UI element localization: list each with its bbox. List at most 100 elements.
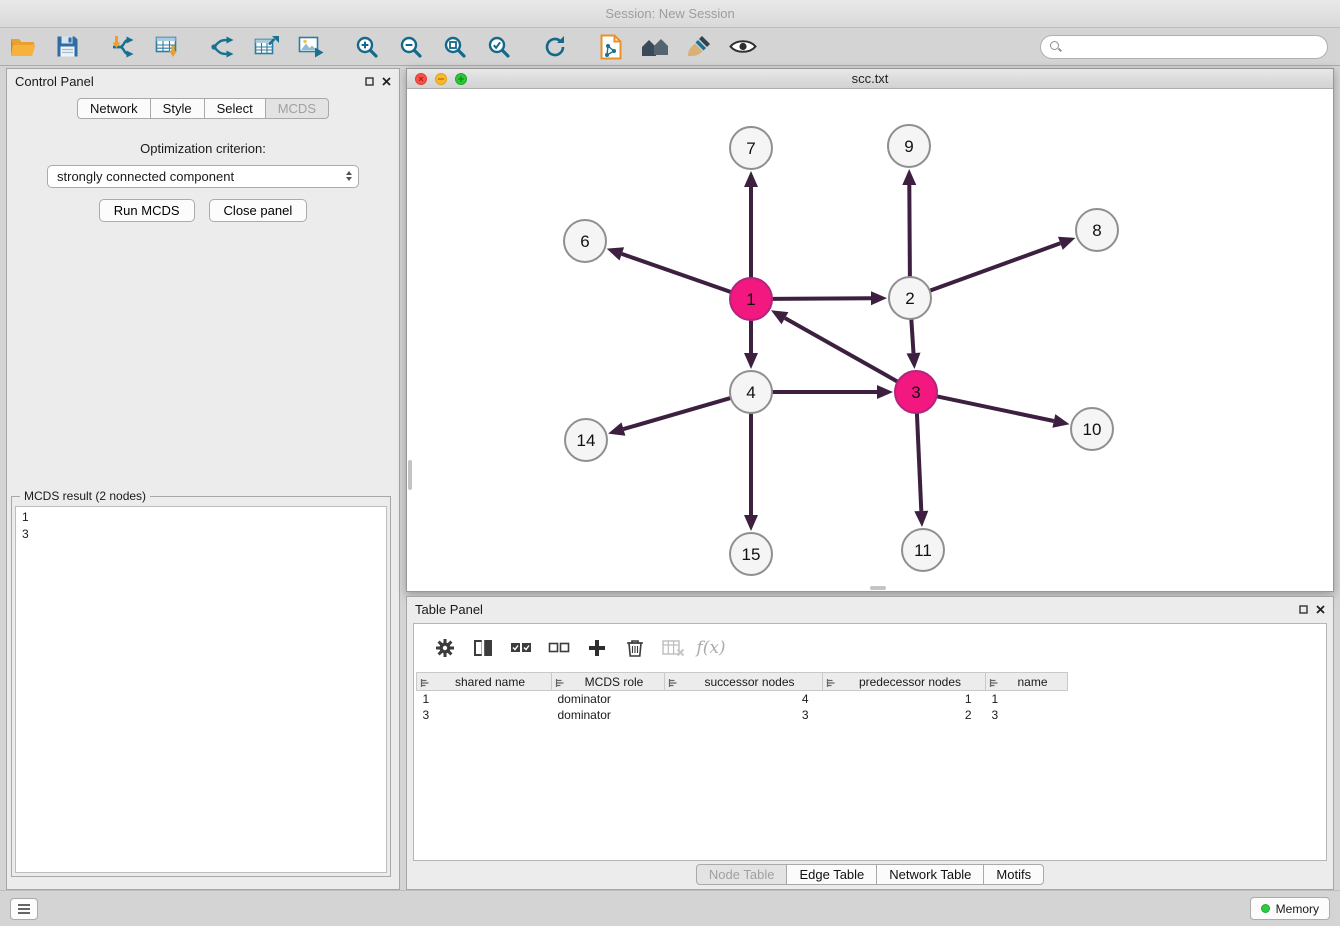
node-table-body: 1dominator4113dominator323: [417, 691, 1068, 723]
table-cell[interactable]: 1: [823, 691, 986, 707]
table-cell[interactable]: dominator: [552, 707, 665, 723]
table-cell[interactable]: 2: [823, 707, 986, 723]
network-window-titlebar: scc.txt: [407, 69, 1333, 89]
table-cell[interactable]: 3: [417, 707, 552, 723]
column-header-shared-name[interactable]: shared name: [417, 673, 552, 691]
edge-arrowhead: [1058, 237, 1075, 250]
close-window-button[interactable]: [415, 73, 427, 85]
table-panel-tabs: Node TableEdge TableNetwork TableMotifs: [407, 864, 1333, 885]
export-table-button[interactable]: [250, 31, 284, 63]
deselect-all-rows-button[interactable]: [540, 631, 578, 665]
tab-mcds[interactable]: MCDS: [265, 98, 329, 119]
open-file-button[interactable]: [6, 31, 40, 63]
close-table-panel-button[interactable]: [1316, 605, 1325, 614]
network-canvas[interactable]: 7968124314101511: [407, 90, 1333, 591]
run-mcds-button[interactable]: Run MCDS: [99, 199, 195, 222]
tab-style[interactable]: Style: [150, 98, 205, 119]
close-icon: [1316, 605, 1325, 614]
search-field[interactable]: [1040, 35, 1328, 59]
maximize-window-button[interactable]: [455, 73, 467, 85]
network-document-button[interactable]: [594, 31, 628, 63]
zoom-out-button[interactable]: [394, 31, 428, 63]
edge-4-14[interactable]: [623, 398, 730, 429]
show-hide-panel-button[interactable]: [726, 31, 760, 63]
table-cell[interactable]: dominator: [552, 691, 665, 707]
close-control-panel-button[interactable]: [382, 77, 391, 86]
tab-node-table[interactable]: Node Table: [696, 864, 788, 885]
column-header-MCDS-role[interactable]: MCDS role: [552, 673, 665, 691]
tab-network-table[interactable]: Network Table: [876, 864, 984, 885]
graph-node-label: 7: [746, 139, 755, 158]
column-header-name[interactable]: name: [986, 673, 1068, 691]
zoom-selected-button[interactable]: [482, 31, 516, 63]
minimize-window-button[interactable]: [435, 73, 447, 85]
zoom-fit-button[interactable]: [438, 31, 472, 63]
save-session-button[interactable]: [50, 31, 84, 63]
horizontal-scrollbar[interactable]: [870, 586, 886, 590]
tab-edge-table[interactable]: Edge Table: [786, 864, 877, 885]
zoom-in-button[interactable]: [350, 31, 384, 63]
table-cell[interactable]: 3: [665, 707, 823, 723]
style-paint-button[interactable]: [682, 31, 716, 63]
edge-1-2[interactable]: [772, 298, 871, 299]
table-cell[interactable]: 3: [986, 707, 1068, 723]
optimization-criterion-select[interactable]: strongly connected component: [47, 165, 359, 188]
table-row[interactable]: 1dominator411: [417, 691, 1068, 707]
edge-arrowhead: [607, 247, 624, 260]
node-table: shared nameMCDS rolesuccessor nodes prede…: [416, 672, 1068, 723]
edge-2-3[interactable]: [911, 319, 913, 353]
edge-1-6[interactable]: [622, 254, 731, 292]
import-table-button[interactable]: [150, 31, 184, 63]
tab-network[interactable]: Network: [77, 98, 151, 119]
table-settings-button[interactable]: [426, 631, 464, 665]
application-window: Session: New Session: [0, 0, 1340, 926]
edge-2-9[interactable]: [909, 185, 910, 277]
export-image-button[interactable]: [294, 31, 328, 63]
home-icon: [640, 36, 670, 58]
deselect-all-icon: [548, 642, 570, 654]
search-input[interactable]: [1067, 38, 1327, 56]
float-table-panel-button[interactable]: [1299, 605, 1308, 614]
select-all-icon: [510, 642, 532, 654]
table-cell[interactable]: 1: [417, 691, 552, 707]
export-network-button[interactable]: [206, 31, 240, 63]
panel-menu-button[interactable]: [10, 898, 38, 920]
mcds-result-text[interactable]: 1 3: [15, 506, 387, 873]
memory-button[interactable]: Memory: [1250, 897, 1330, 920]
apply-function-button[interactable]: f(x): [692, 631, 730, 665]
graph-node-label: 15: [742, 545, 761, 564]
sort-icon: [420, 677, 430, 691]
tab-select[interactable]: Select: [204, 98, 266, 119]
column-header-predecessor-nodes[interactable]: predecessor nodes: [823, 673, 986, 691]
edge-2-8[interactable]: [930, 243, 1061, 290]
close-icon: [382, 77, 391, 86]
graph-node-label: 2: [905, 289, 914, 308]
vertical-scrollbar[interactable]: [408, 460, 412, 490]
network-graph: 7968124314101511: [407, 90, 1333, 591]
edge-3-10[interactable]: [937, 396, 1054, 421]
sort-icon: [555, 677, 565, 691]
delete-column-button[interactable]: [616, 631, 654, 665]
minimize-window-icon: [438, 78, 444, 80]
edge-3-11[interactable]: [917, 413, 921, 511]
table-cell[interactable]: 1: [986, 691, 1068, 707]
table-cell[interactable]: 4: [665, 691, 823, 707]
close-panel-button[interactable]: Close panel: [209, 199, 308, 222]
toggle-column-panel-button[interactable]: [464, 631, 502, 665]
tab-motifs[interactable]: Motifs: [983, 864, 1044, 885]
add-column-button[interactable]: [578, 631, 616, 665]
status-bar: Memory: [0, 890, 1340, 926]
import-network-button[interactable]: [106, 31, 140, 63]
delete-table-button[interactable]: [654, 631, 692, 665]
float-panel-button[interactable]: [365, 77, 374, 86]
edge-3-1[interactable]: [785, 318, 898, 382]
column-header-successor-nodes[interactable]: successor nodes: [665, 673, 823, 691]
function-icon: f(x): [696, 638, 725, 658]
refresh-layout-button[interactable]: [538, 31, 572, 63]
column-header-label: predecessor nodes: [859, 675, 961, 689]
select-all-rows-button[interactable]: [502, 631, 540, 665]
home-view-button[interactable]: [638, 31, 672, 63]
selected-option: strongly connected component: [57, 169, 234, 184]
graph-node-label: 4: [746, 383, 755, 402]
table-row[interactable]: 3dominator323: [417, 707, 1068, 723]
